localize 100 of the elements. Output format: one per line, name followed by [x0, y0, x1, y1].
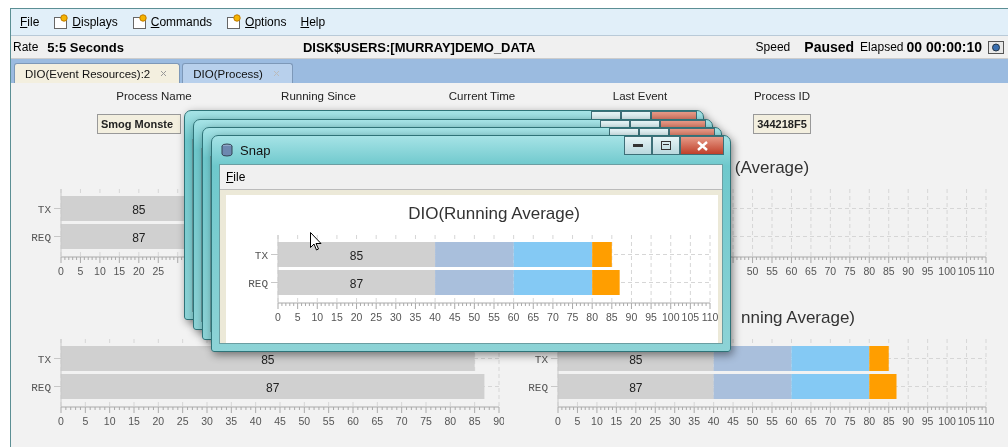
tick-label: 20 — [629, 415, 642, 427]
camera-icon[interactable] — [988, 40, 1004, 54]
menu-item[interactable]: Commands — [131, 14, 213, 30]
elapsed-value: 00 00:00:10 — [906, 39, 982, 55]
database-icon — [220, 143, 234, 157]
menu-item[interactable]: Options — [226, 14, 287, 30]
document-icon — [226, 14, 243, 30]
speed-label: Speed — [755, 40, 791, 54]
tick-label: 105 — [957, 415, 976, 427]
tick-label: 90 — [493, 415, 504, 427]
value-label: 87 — [349, 276, 364, 291]
value-field: Smog Monste — [97, 114, 181, 134]
tick-label: 5 — [574, 415, 581, 427]
tick-label: 20 — [152, 415, 165, 427]
tick-label: 65 — [805, 265, 817, 277]
rate-value: 5:5 Seconds — [47, 39, 124, 55]
tick-label: 0 — [275, 311, 281, 323]
tick-label: 55 — [766, 415, 778, 427]
tick-label: 5 — [77, 265, 84, 277]
tick-label: 40 — [707, 415, 720, 427]
chart-title: nning Average) — [740, 308, 856, 327]
tick-label: 25 — [176, 415, 189, 427]
window-title: Snap — [240, 142, 272, 158]
tick-label: 45 — [274, 415, 286, 427]
data-path: DISK$USERS:[MURRAY]DEMO_DATA — [302, 39, 537, 55]
tick-label: 15 — [331, 311, 343, 323]
maximize-button[interactable] — [652, 136, 680, 155]
tick-label: 60 — [507, 311, 520, 323]
tick-label: 60 — [785, 415, 798, 427]
axis-label: TX — [37, 353, 51, 366]
value-label: 87 — [266, 380, 280, 395]
tick-label: 25 — [370, 311, 383, 323]
tick-label: 40 — [249, 415, 262, 427]
rate-label: Rate — [13, 40, 39, 54]
tick-label: 110 — [977, 265, 995, 277]
tick-label: 15 — [610, 415, 623, 427]
tick-label: 50 — [746, 265, 759, 277]
tick-label: 65 — [371, 415, 384, 427]
menu-item[interactable]: File — [226, 170, 246, 184]
tick-label: 60 — [785, 265, 798, 277]
speed-value: Paused — [804, 39, 855, 55]
value-field: 344218F5 — [753, 114, 811, 134]
tick-label: 5 — [294, 311, 301, 323]
document-icon — [53, 14, 70, 30]
y-axis — [270, 234, 279, 304]
tick-label: 10 — [103, 415, 116, 427]
tick-label: 0 — [58, 415, 64, 427]
menu-item[interactable]: Displays — [53, 14, 118, 30]
tick-label: 30 — [389, 311, 402, 323]
tick-label: 80 — [586, 311, 599, 323]
tick-label: 50 — [298, 415, 311, 427]
tick-label: 75 — [566, 311, 579, 323]
tick-label: 0 — [58, 265, 64, 277]
tick-label: 30 — [201, 415, 213, 427]
tick-label: 35 — [688, 415, 701, 427]
axis-label: TX — [534, 353, 548, 366]
tick-label: 45 — [727, 415, 739, 427]
axis-label: REQ — [31, 231, 51, 244]
tick-label: 80 — [444, 415, 457, 427]
tick-label: 35 — [225, 415, 238, 427]
column-label: Last Event — [612, 90, 668, 102]
tick-label: 60 — [347, 415, 359, 427]
value-label: 85 — [349, 248, 364, 263]
tick-label: 30 — [668, 415, 681, 427]
tick-label: 80 — [863, 265, 876, 277]
cursor-icon — [310, 232, 322, 251]
tick-label: 70 — [824, 415, 837, 427]
tick-label: 90 — [902, 265, 915, 277]
tab[interactable]: DIO(Process) — [182, 63, 293, 83]
axis-label: TX — [37, 203, 51, 216]
value-label: 87 — [629, 380, 643, 395]
elapsed-label: Elapsed — [860, 40, 904, 54]
tick-label: 50 — [468, 311, 481, 323]
document-icon — [131, 14, 148, 30]
tick-label: 20 — [350, 311, 363, 323]
tick-label: 10 — [94, 265, 106, 277]
tab[interactable]: DIO(Event Resources):2 — [14, 63, 181, 83]
chart-title: (Average) — [734, 158, 810, 177]
tick-label: 15 — [113, 265, 126, 277]
menu-item[interactable]: File — [20, 15, 40, 29]
column-label: Running Since — [281, 90, 356, 102]
tick-label: 70 — [395, 415, 408, 427]
value-label: 85 — [629, 352, 643, 367]
tick-label: 75 — [843, 265, 856, 277]
close-button[interactable] — [680, 136, 724, 155]
tick-label: 40 — [429, 311, 441, 323]
tick-label: 105 — [681, 311, 700, 323]
y-axis — [53, 338, 62, 408]
tick-label: 110 — [977, 415, 995, 427]
tick-label: 75 — [843, 415, 856, 427]
menu-item[interactable]: Help — [300, 15, 326, 29]
tick-label: 65 — [527, 311, 540, 323]
tick-label: 110 — [701, 311, 718, 323]
tick-label: 85 — [882, 415, 895, 427]
value-label: 85 — [132, 202, 146, 217]
tick-label: 100 — [938, 415, 956, 427]
tick-label: 45 — [448, 311, 461, 323]
axis-label: TX — [254, 249, 268, 262]
minimize-button[interactable] — [624, 136, 652, 155]
value-label: 85 — [261, 352, 275, 367]
